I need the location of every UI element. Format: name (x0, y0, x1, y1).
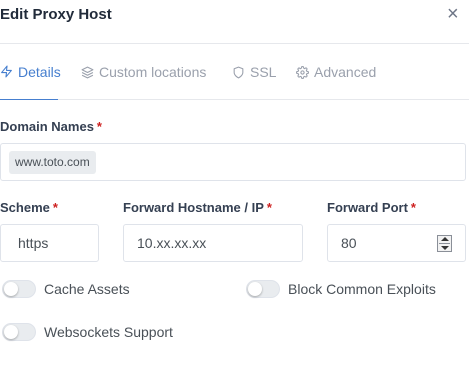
forward-hostname-label: Forward Hostname / IP * (123, 200, 272, 215)
stepper-divider (439, 243, 450, 244)
domain-names-input[interactable]: www.toto.com (0, 143, 466, 181)
toggle-knob (248, 282, 262, 296)
modal-header: Edit Proxy Host × (0, 0, 469, 44)
toggle-switch[interactable] (2, 323, 36, 341)
label-text: Domain Names (0, 119, 94, 134)
required-marker: * (410, 200, 416, 215)
toggle-label: Cache Assets (44, 281, 130, 297)
tab-label: SSL (250, 64, 277, 80)
modal-title: Edit Proxy Host (0, 6, 112, 23)
toggle-label: Block Common Exploits (288, 281, 436, 297)
tab-label: Advanced (314, 64, 377, 80)
domain-names-label: Domain Names * (0, 119, 102, 134)
required-marker: * (52, 200, 58, 215)
toggle-switch[interactable] (246, 280, 280, 298)
domain-chip[interactable]: www.toto.com (9, 151, 96, 174)
tab-custom-locations[interactable]: Custom locations (81, 44, 206, 100)
stepper-down-icon[interactable] (441, 246, 449, 250)
toggle-knob (4, 325, 18, 339)
tab-label: Custom locations (99, 64, 207, 80)
tab-advanced[interactable]: Advanced (296, 44, 376, 100)
cache-assets-toggle[interactable]: Cache Assets (2, 280, 130, 298)
label-text: Forward Port (327, 200, 408, 215)
layers-icon (81, 66, 94, 79)
required-marker: * (96, 119, 102, 134)
close-icon[interactable]: × (447, 3, 459, 25)
port-stepper[interactable] (437, 235, 452, 252)
toggle-label: Websockets Support (44, 324, 173, 340)
tab-details[interactable]: Details (0, 44, 61, 100)
shield-icon (232, 66, 245, 79)
toggle-knob (4, 282, 18, 296)
label-text: Forward Hostname / IP (123, 200, 264, 215)
tab-label: Details (18, 63, 61, 80)
scheme-label: Scheme * (0, 200, 58, 215)
gear-icon (296, 65, 309, 79)
required-marker: * (266, 200, 272, 215)
stepper-up-icon[interactable] (441, 237, 449, 241)
toggle-switch[interactable] (2, 280, 36, 298)
tab-bar: Details Custom locations SSL Advanced (0, 44, 469, 100)
tab-ssl[interactable]: SSL (232, 44, 276, 100)
block-exploits-toggle[interactable]: Block Common Exploits (246, 280, 436, 298)
websockets-toggle[interactable]: Websockets Support (2, 323, 173, 341)
scheme-select[interactable]: https (0, 224, 99, 262)
zap-icon (0, 65, 13, 78)
label-text: Scheme (0, 200, 50, 215)
forward-port-label: Forward Port * (327, 200, 416, 215)
forward-hostname-input[interactable]: 10.xx.xx.xx (123, 224, 303, 262)
